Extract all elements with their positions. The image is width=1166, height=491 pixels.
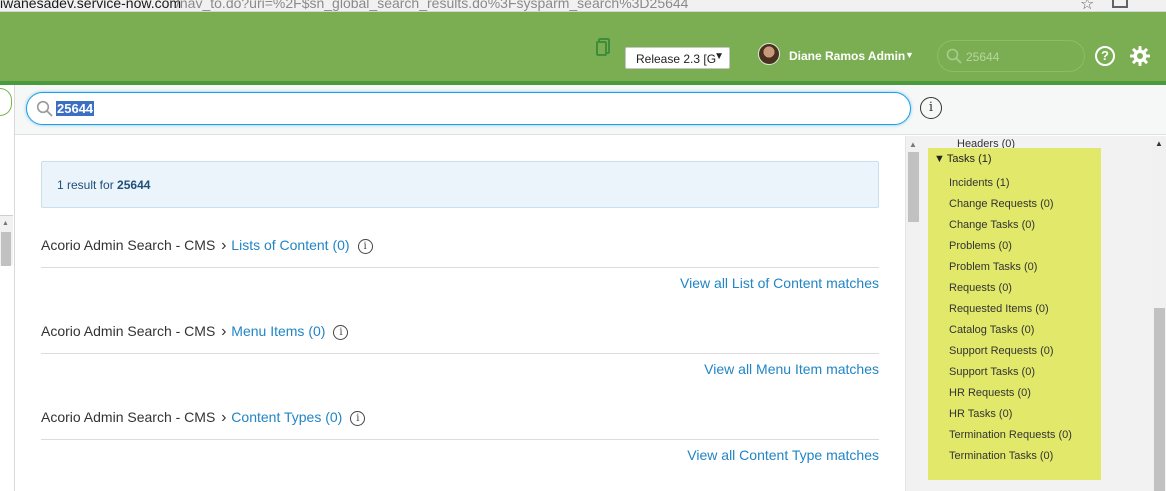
- global-search-value: 25644: [56, 101, 95, 116]
- facet-item[interactable]: Support Tasks (0): [949, 366, 1072, 387]
- header-search-input[interactable]: 25644: [937, 40, 1085, 72]
- facet-panel: Headers (0) ▼ Tasks (1) Incidents (1) Cha…: [920, 136, 1152, 491]
- result-count-text: 1 result for 25644: [57, 178, 150, 192]
- results-scrollbar[interactable]: ▲: [905, 136, 920, 491]
- scroll-up-icon[interactable]: ▲: [909, 140, 917, 149]
- result-count-banner: 1 result for 25644: [41, 161, 879, 208]
- group-source: Acorio Admin Search - CMS: [41, 409, 216, 425]
- result-count-term: 25644: [117, 178, 151, 192]
- search-results-pane: 1 result for 25644 Acorio Admin Search -…: [15, 136, 905, 491]
- chevron-right-icon: ›: [221, 409, 227, 426]
- view-all-link[interactable]: View all Menu Item matches: [704, 361, 879, 377]
- help-icon[interactable]: ?: [1095, 46, 1115, 66]
- group-breadcrumb: Acorio Admin Search - CMS › Content Types …: [41, 409, 366, 427]
- info-icon[interactable]: i: [333, 325, 349, 340]
- app-header: Release 2.3 [G ▼ Diane Ramos Admin ▼ 256…: [0, 12, 1166, 82]
- browser-url-bar[interactable]: iwanesadev.service-now.com /nav_to.do?ur…: [0, 0, 1166, 12]
- left-nav-strip: ▲: [0, 85, 15, 491]
- release-select[interactable]: Release 2.3 [G ▼: [625, 47, 730, 69]
- url-path: /nav_to.do?uri=%2F$sn_global_search_resu…: [176, 0, 689, 11]
- triangle-down-icon[interactable]: ▼: [934, 153, 945, 165]
- facet-item[interactable]: Termination Tasks (0): [949, 450, 1072, 471]
- search-bar-area: 25644 i: [15, 85, 1166, 135]
- facet-tasks-label: Tasks (1): [946, 153, 992, 165]
- facet-item[interactable]: Problems (0): [949, 240, 1072, 261]
- group-source: Acorio Admin Search - CMS: [41, 323, 216, 339]
- caret-down-icon[interactable]: ▼: [905, 50, 914, 60]
- result-count-prefix: 1 result for: [57, 178, 114, 192]
- url-host: iwanesadev.service-now.com: [0, 0, 182, 11]
- view-all-link[interactable]: View all Content Type matches: [687, 447, 879, 463]
- facet-item[interactable]: Support Requests (0): [949, 345, 1072, 366]
- left-scrollbar-thumb[interactable]: [1, 232, 11, 266]
- group-category-link[interactable]: Menu Items (0): [231, 323, 325, 339]
- clipboard-icon[interactable]: [596, 38, 612, 56]
- divider: [41, 267, 879, 268]
- release-select-value: Release 2.3 [G: [636, 52, 717, 66]
- facet-item[interactable]: Change Tasks (0): [949, 219, 1072, 240]
- facet-list: Incidents (1) Change Requests (0) Change…: [949, 177, 1072, 471]
- info-icon[interactable]: i: [357, 239, 373, 254]
- facet-tasks-toggle[interactable]: ▼ Tasks (1): [934, 153, 992, 165]
- gear-icon[interactable]: [1129, 45, 1151, 67]
- group-breadcrumb: Acorio Admin Search - CMS › Lists of Conte…: [41, 237, 373, 255]
- divider: [41, 353, 879, 354]
- facet-item[interactable]: Catalog Tasks (0): [949, 324, 1072, 345]
- chevron-right-icon: ›: [221, 237, 227, 254]
- global-search-input[interactable]: 25644: [26, 92, 911, 125]
- cast-icon[interactable]: [1112, 0, 1128, 8]
- group-source: Acorio Admin Search - CMS: [41, 237, 216, 253]
- view-all-link[interactable]: View all List of Content matches: [680, 275, 879, 291]
- facet-item[interactable]: Termination Requests (0): [949, 429, 1072, 450]
- facet-item[interactable]: Change Requests (0): [949, 198, 1072, 219]
- group-category-link[interactable]: Content Types (0): [231, 409, 342, 425]
- facet-item[interactable]: HR Requests (0): [949, 387, 1072, 408]
- caret-down-icon: ▼: [714, 51, 724, 62]
- star-icon[interactable]: ☆: [1080, 0, 1094, 11]
- header-search-value: 25644: [966, 50, 1000, 64]
- chevron-right-icon: ›: [221, 323, 227, 340]
- divider: [41, 439, 879, 440]
- avatar[interactable]: [758, 43, 780, 65]
- facet-item[interactable]: Incidents (1): [949, 177, 1072, 198]
- group-breadcrumb: Acorio Admin Search - CMS › Menu Items (0)…: [41, 323, 349, 341]
- facet-item[interactable]: Requests (0): [949, 282, 1072, 303]
- results-scrollbar-thumb[interactable]: [908, 152, 919, 222]
- info-icon[interactable]: i: [920, 97, 942, 119]
- search-icon: [946, 48, 962, 64]
- nav-filter-toggle[interactable]: [0, 88, 12, 116]
- scroll-up-icon[interactable]: ▲: [2, 220, 9, 227]
- facet-item[interactable]: Requested Items (0): [949, 303, 1072, 324]
- group-category-link[interactable]: Lists of Content (0): [231, 237, 349, 253]
- user-menu-name[interactable]: Diane Ramos Admin: [789, 49, 905, 63]
- facet-item[interactable]: HR Tasks (0): [949, 408, 1072, 429]
- scroll-up-icon[interactable]: ▲: [1155, 139, 1163, 148]
- facet-item[interactable]: Problem Tasks (0): [949, 261, 1072, 282]
- facet-scrollbar-thumb[interactable]: [1154, 308, 1165, 491]
- search-icon: [36, 100, 53, 117]
- info-icon[interactable]: i: [350, 411, 366, 426]
- facet-scrollbar[interactable]: ▲: [1152, 136, 1166, 491]
- left-scrollbar[interactable]: ▲: [0, 215, 13, 266]
